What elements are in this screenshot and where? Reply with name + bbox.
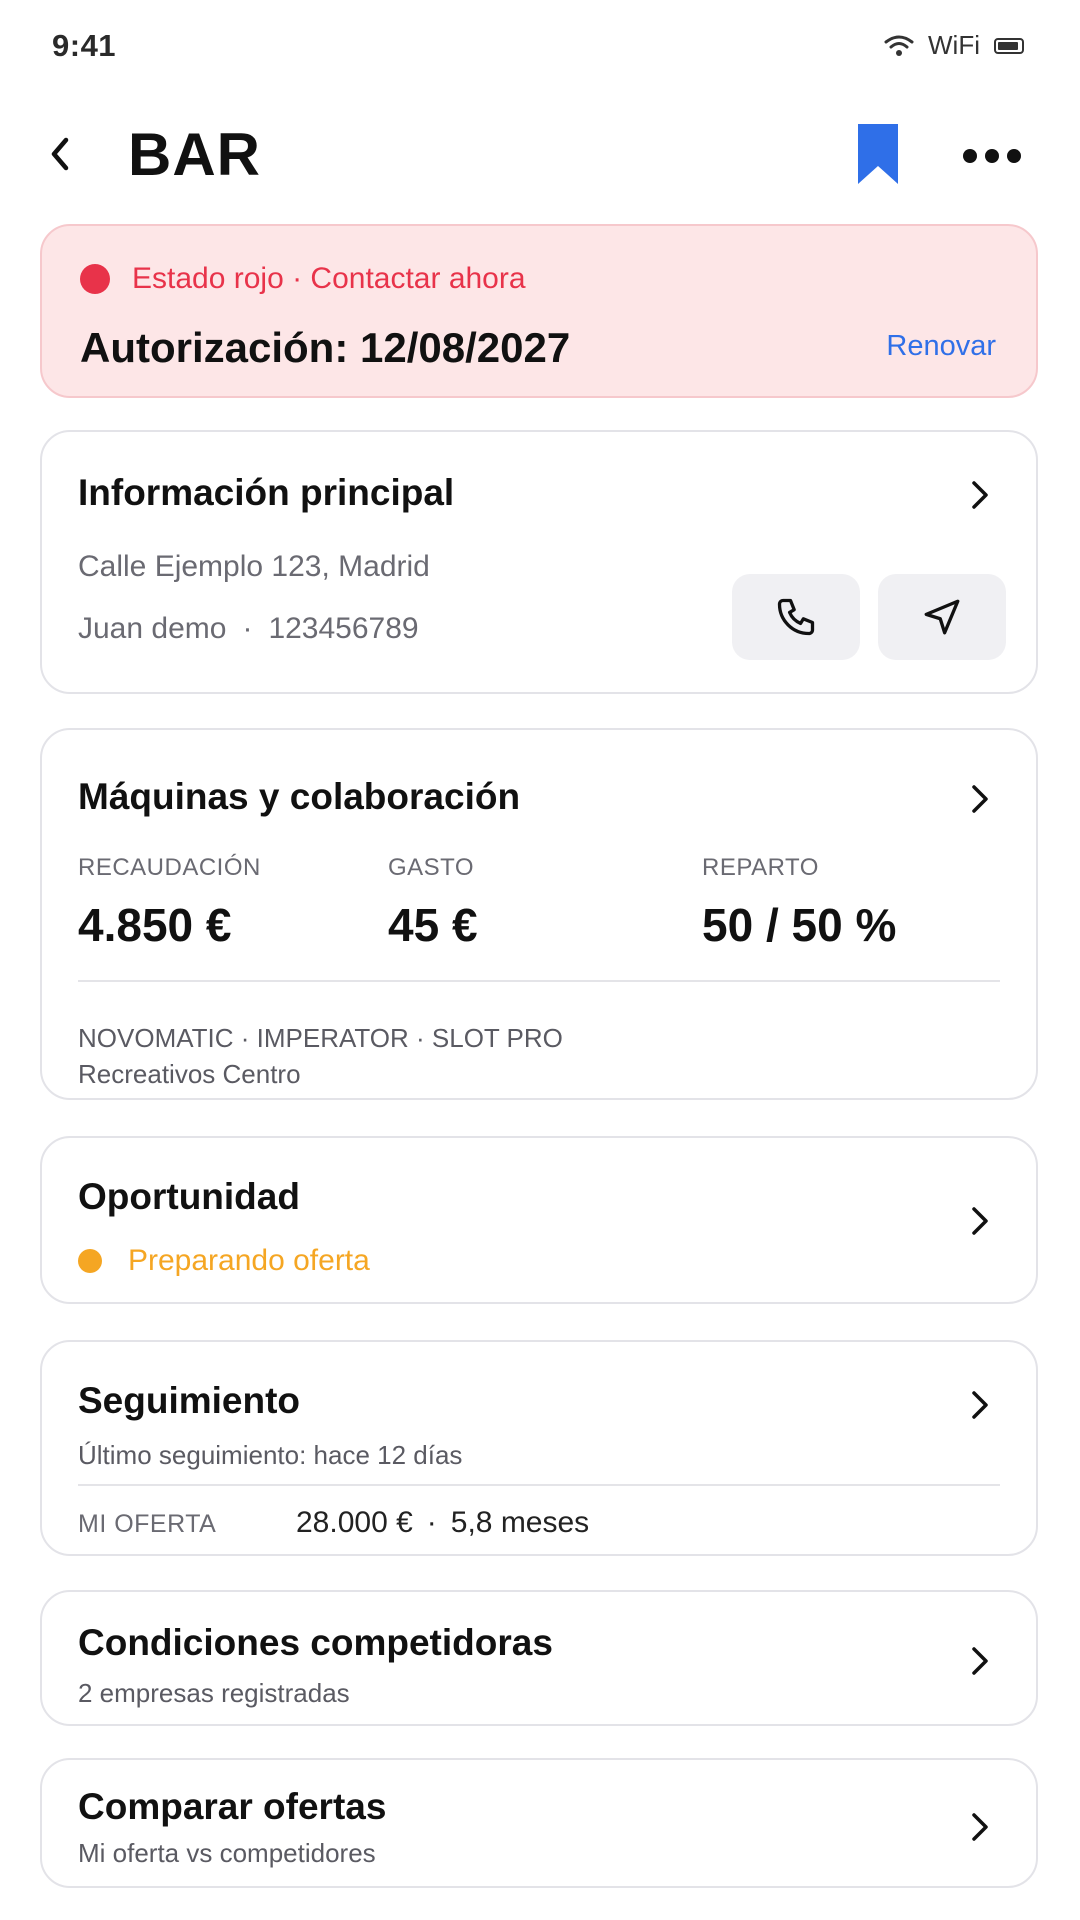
offer-value: 28.000 € · 5,8 meses (296, 1506, 589, 1540)
chevron-right-icon (972, 1391, 988, 1419)
metric-gasto: GASTO 45 € (388, 854, 478, 952)
compare-offers-card[interactable]: Comparar ofertas Mi oferta vs competidor… (40, 1758, 1038, 1888)
directions-button[interactable] (878, 574, 1006, 660)
last-follow-up: Último seguimiento: hace 12 días (78, 1440, 463, 1470)
chevron-right-icon (972, 1207, 988, 1235)
metric-reparto: REPARTO 50 / 50 % (702, 854, 896, 952)
status-bar: 9:41 WiFi (0, 0, 1080, 92)
bookmark-icon (858, 124, 898, 184)
opportunity-status-text: Preparando oferta (128, 1244, 370, 1277)
separator: · (242, 612, 253, 645)
status-indicators: WiFi (884, 30, 1024, 61)
more-button[interactable] (956, 128, 1028, 184)
machines-card[interactable]: Máquinas y colaboración RECAUDACIÓN 4.85… (40, 728, 1038, 1100)
page-title: BAR (128, 121, 261, 188)
address: Calle Ejemplo 123, Madrid (78, 550, 430, 583)
chevron-left-icon (51, 137, 69, 171)
opportunity-title: Oportunidad (78, 1176, 300, 1217)
brands-list: NOVOMATIC · IMPERATOR · SLOT PRO (78, 1023, 563, 1053)
contact-phone: 123456789 (268, 612, 419, 645)
bookmark-button[interactable] (850, 120, 906, 188)
operator-name: Recreativos Centro (78, 1059, 301, 1089)
authorization-date: Autorización: 12/08/2027 (80, 324, 571, 371)
metric-label: RECAUDACIÓN (78, 854, 261, 881)
authorization-alert-card: Estado rojo · Contactar ahora Autorizaci… (40, 224, 1038, 398)
metric-label: GASTO (388, 854, 475, 881)
competitors-title: Condiciones competidoras (78, 1622, 553, 1663)
status-time: 9:41 (52, 28, 117, 63)
nav-header: BAR (0, 112, 1080, 196)
battery-icon (994, 37, 1024, 54)
phone-icon (777, 598, 815, 636)
metric-value: 45 € (388, 899, 478, 951)
info-card[interactable]: Información principal Calle Ejemplo 123,… (40, 430, 1038, 694)
alert-status: Estado rojo · Contactar ahora (80, 262, 526, 296)
metric-recaudacion: RECAUDACIÓN 4.850 € (78, 854, 261, 952)
offer-label: MI OFERTA (78, 1510, 217, 1538)
divider (78, 1484, 1000, 1486)
metric-label: REPARTO (702, 854, 819, 881)
follow-up-title: Seguimiento (78, 1380, 301, 1421)
chevron-right-icon (972, 785, 988, 813)
info-title: Información principal (78, 472, 455, 513)
machines-title: Máquinas y colaboración (78, 776, 521, 817)
offer-amount: 28.000 € (296, 1506, 413, 1539)
separator: · (426, 1506, 437, 1539)
chevron-right-icon (972, 481, 988, 509)
follow-up-card[interactable]: Seguimiento Último seguimiento: hace 12 … (40, 1340, 1038, 1556)
wifi-label: WiFi (928, 30, 980, 60)
contact-line: Juan demo · 123456789 (78, 612, 419, 646)
opportunity-status: Preparando oferta (78, 1244, 370, 1278)
metric-value: 50 / 50 % (702, 899, 897, 951)
red-status-dot (80, 264, 110, 294)
chevron-right-icon (972, 1647, 988, 1675)
opportunity-card[interactable]: Oportunidad Preparando oferta (40, 1136, 1038, 1304)
offer-duration: 5,8 meses (450, 1506, 590, 1539)
back-button[interactable] (30, 124, 90, 184)
alert-status-text: Estado rojo · Contactar ahora (132, 262, 526, 295)
divider (78, 980, 1000, 982)
metric-value: 4.850 € (78, 899, 232, 951)
compare-title: Comparar ofertas (78, 1786, 387, 1827)
wifi-icon (884, 35, 914, 56)
call-button[interactable] (732, 574, 860, 660)
compare-subtitle: Mi oferta vs competidores (78, 1838, 376, 1868)
contact-name: Juan demo (78, 612, 227, 645)
more-icon (963, 149, 1021, 163)
chevron-right-icon (972, 1813, 988, 1841)
competitors-subtitle: 2 empresas registradas (78, 1678, 350, 1708)
machine-brands: NOVOMATIC · IMPERATOR · SLOT PRO Recreat… (78, 1020, 563, 1092)
competitors-card[interactable]: Condiciones competidoras 2 empresas regi… (40, 1590, 1038, 1726)
navigation-icon (924, 599, 960, 635)
renew-link[interactable]: Renovar (886, 330, 996, 363)
orange-status-dot (78, 1249, 102, 1273)
